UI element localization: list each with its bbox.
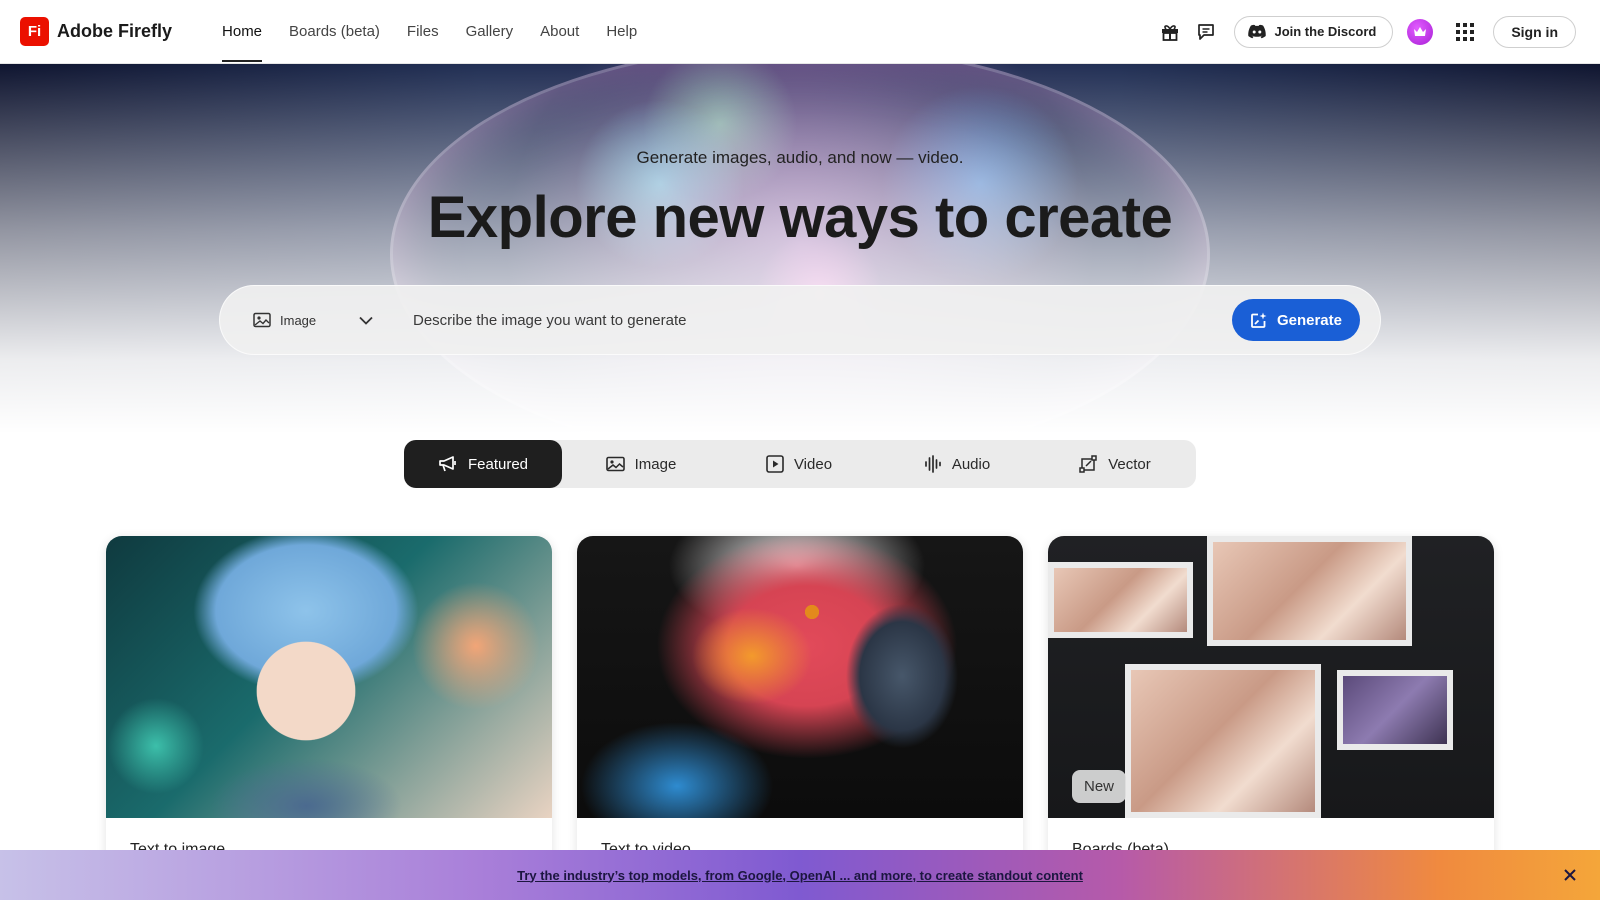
firefly-logo: Fi bbox=[20, 17, 49, 46]
generate-sparkle-icon bbox=[1251, 312, 1267, 328]
tab-vector[interactable]: Vector bbox=[1036, 440, 1194, 488]
prompt-input[interactable] bbox=[413, 300, 1232, 340]
nav-home[interactable]: Home bbox=[222, 0, 263, 64]
tab-label: Vector bbox=[1108, 455, 1151, 473]
tab-label: Featured bbox=[467, 455, 529, 473]
nav-files[interactable]: Files bbox=[407, 0, 439, 64]
tab-video[interactable]: Video bbox=[720, 440, 878, 488]
hero-title: Explore new ways to create bbox=[427, 185, 1173, 250]
nav-right-actions: Join the Discord Sign in bbox=[1150, 15, 1576, 48]
card-image: New bbox=[1048, 536, 1494, 818]
join-discord-button[interactable]: Join the Discord bbox=[1234, 15, 1394, 48]
hero-section: Generate images, audio, and now — video.… bbox=[0, 64, 1600, 434]
image-icon bbox=[605, 456, 625, 472]
vector-icon bbox=[1079, 454, 1097, 473]
crown-avatar-icon[interactable] bbox=[1407, 18, 1434, 45]
card-image bbox=[106, 536, 552, 818]
promo-banner-link[interactable]: Try the industry’s top models, from Goog… bbox=[517, 868, 1083, 883]
tab-label: Audio bbox=[951, 455, 991, 473]
nav-about[interactable]: About bbox=[540, 0, 579, 64]
prompt-bar: Image Generate bbox=[219, 285, 1381, 355]
promo-banner: Try the industry’s top models, from Goog… bbox=[0, 850, 1600, 900]
image-icon bbox=[253, 312, 271, 328]
top-navigation: Fi Adobe Firefly Home Boards (beta) File… bbox=[0, 0, 1600, 64]
nav-boards[interactable]: Boards (beta) bbox=[289, 0, 380, 64]
tab-label: Video bbox=[793, 455, 833, 473]
card-image bbox=[577, 536, 1023, 818]
content-type-label: Image bbox=[280, 312, 317, 328]
tab-image[interactable]: Image bbox=[562, 440, 720, 488]
video-icon bbox=[766, 455, 784, 473]
brand-name: Adobe Firefly bbox=[57, 21, 173, 41]
megaphone-icon bbox=[439, 456, 456, 472]
hero-subtitle: Generate images, audio, and now — video. bbox=[636, 148, 964, 167]
card-text-to-image[interactable]: Text to image bbox=[106, 536, 552, 866]
card-text-to-video[interactable]: Text to video bbox=[577, 536, 1023, 866]
gift-icon[interactable] bbox=[1154, 16, 1186, 48]
content-type-dropdown[interactable]: Image bbox=[253, 312, 373, 328]
category-tabs: Featured Image Video Audio Vector bbox=[404, 440, 1196, 488]
generate-label: Generate bbox=[1276, 311, 1342, 329]
chevron-down-icon bbox=[359, 316, 373, 325]
feature-cards: Text to image Text to video New Boards (… bbox=[106, 536, 1494, 900]
discord-icon bbox=[1248, 24, 1267, 39]
app-grid-icon[interactable] bbox=[1449, 16, 1481, 48]
discord-label: Join the Discord bbox=[1274, 24, 1377, 39]
generate-button[interactable]: Generate bbox=[1231, 299, 1360, 341]
tab-audio[interactable]: Audio bbox=[878, 440, 1036, 488]
tab-label: Image bbox=[634, 455, 677, 473]
main-nav: Home Boards (beta) Files Gallery About H… bbox=[222, 0, 664, 64]
audio-waveform-icon bbox=[924, 455, 941, 473]
nav-help[interactable]: Help bbox=[606, 0, 637, 64]
brand[interactable]: Fi Adobe Firefly bbox=[20, 17, 172, 46]
new-badge: New bbox=[1072, 770, 1127, 803]
chat-feedback-icon[interactable] bbox=[1190, 16, 1222, 48]
card-boards[interactable]: New Boards (beta) bbox=[1048, 536, 1494, 866]
tab-featured[interactable]: Featured bbox=[404, 440, 562, 488]
sign-in-button[interactable]: Sign in bbox=[1493, 15, 1576, 48]
nav-gallery[interactable]: Gallery bbox=[466, 0, 514, 64]
close-icon[interactable] bbox=[1560, 865, 1580, 885]
